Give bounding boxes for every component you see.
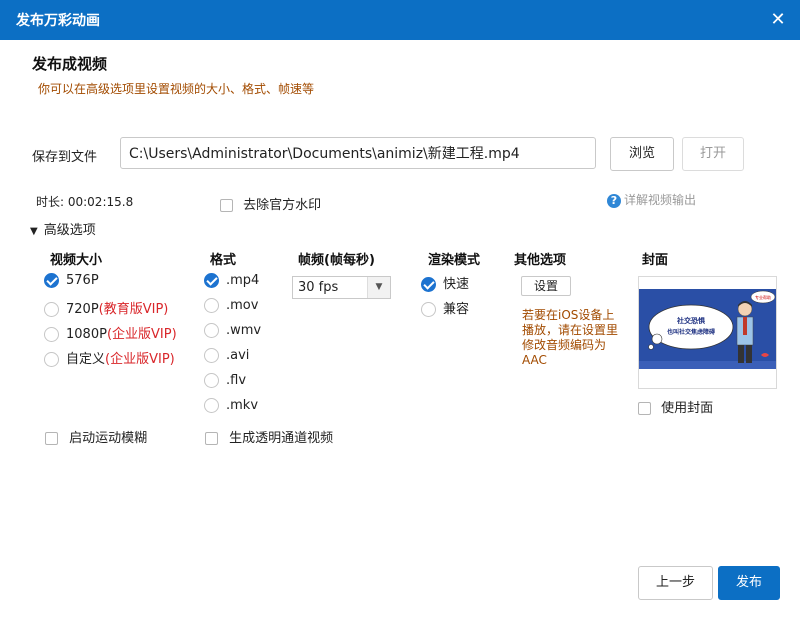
cover-header: 封面 xyxy=(642,253,669,268)
format-option-mov[interactable]: .mov xyxy=(204,298,258,313)
close-icon[interactable]: ✕ xyxy=(766,8,790,32)
render-option-label: 快速 xyxy=(443,277,470,292)
use-cover-label: 使用封面 xyxy=(661,401,714,416)
radio-unchecked xyxy=(204,298,219,313)
remove-watermark-label: 去除官方水印 xyxy=(243,198,322,213)
radio-unchecked xyxy=(204,398,219,413)
save-path-input[interactable] xyxy=(120,137,596,169)
radio-unchecked xyxy=(44,352,59,367)
publish-button[interactable]: 发布 xyxy=(718,566,780,600)
page-title: 发布成视频 xyxy=(32,55,108,73)
window-title: 发布万彩动画 xyxy=(16,13,100,29)
save-to-file-label: 保存到文件 xyxy=(32,150,98,165)
format-option-label: .mov xyxy=(226,298,259,313)
use-cover-checkbox[interactable]: 使用封面 xyxy=(638,397,713,416)
size-option-label: 576P xyxy=(66,273,99,288)
vip-badge: (企业版VIP) xyxy=(105,352,175,367)
render-option-fast[interactable]: 快速 xyxy=(421,273,469,292)
format-option-mp4[interactable]: .mp4 xyxy=(204,273,259,288)
motion-blur-label: 启动运动模糊 xyxy=(69,431,148,446)
radio-unchecked xyxy=(44,327,59,342)
radio-unchecked xyxy=(44,302,59,317)
motion-blur-checkbox[interactable]: 启动运动模糊 xyxy=(45,427,147,446)
size-option-label: 720P xyxy=(66,302,99,317)
size-option-720p[interactable]: 720P(教育版VIP) xyxy=(44,298,168,317)
vip-badge: (企业版VIP) xyxy=(106,327,177,342)
help-icon: ? xyxy=(607,193,621,208)
vip-badge: (教育版VIP) xyxy=(98,302,169,317)
cover-bubble-text: 也叫社交焦虑障碍 xyxy=(667,328,715,336)
radio-unchecked xyxy=(204,323,219,338)
checkbox-box xyxy=(220,199,233,212)
cover-thumbnail[interactable]: 社交恐惧 也叫社交焦虑障碍 专业帮助 xyxy=(638,276,777,389)
remove-watermark-checkbox[interactable]: 去除官方水印 xyxy=(220,194,321,213)
help-video-output-link[interactable]: ? 详解视频输出 xyxy=(607,191,696,208)
size-option-label: 1080P xyxy=(66,327,107,342)
title-bar: 发布万彩动画 ✕ xyxy=(0,0,800,40)
duration-text: 时长: 00:02:15.8 xyxy=(36,195,134,209)
page-subtitle: 你可以在高级选项里设置视频的大小、格式、帧速等 xyxy=(38,82,315,96)
format-option-label: .mp4 xyxy=(226,273,260,288)
format-option-avi[interactable]: .avi xyxy=(204,348,249,363)
cover-tag-text: 专业帮助 xyxy=(755,294,771,300)
format-option-mkv[interactable]: .mkv xyxy=(204,398,258,413)
radio-checked xyxy=(421,277,436,292)
other-options-header: 其他选项 xyxy=(514,253,567,268)
radio-unchecked xyxy=(204,373,219,388)
alpha-channel-checkbox[interactable]: 生成透明通道视频 xyxy=(205,427,333,446)
format-option-label: .avi xyxy=(226,348,250,363)
browse-button[interactable]: 浏览 xyxy=(610,137,674,171)
framerate-select[interactable]: 30 fps ▼ xyxy=(292,276,391,299)
format-option-label: .flv xyxy=(226,373,247,388)
framerate-header: 帧频(帧每秒) xyxy=(298,253,375,268)
video-size-header: 视频大小 xyxy=(50,253,103,268)
size-option-576p[interactable]: 576P xyxy=(44,273,99,288)
chevron-down-icon: ▼ xyxy=(367,277,390,298)
radio-checked xyxy=(204,273,219,288)
format-option-label: .wmv xyxy=(226,323,262,338)
caret-down-icon: ▼ xyxy=(30,226,38,237)
previous-step-button[interactable]: 上一步 xyxy=(638,566,713,600)
format-option-flv[interactable]: .flv xyxy=(204,373,246,388)
alpha-channel-label: 生成透明通道视频 xyxy=(229,431,334,446)
framerate-value: 30 fps xyxy=(298,280,339,295)
radio-checked xyxy=(44,273,59,288)
checkbox-box xyxy=(205,432,218,445)
checkbox-box xyxy=(45,432,58,445)
size-option-custom[interactable]: 自定义(企业版VIP) xyxy=(44,348,175,367)
render-mode-header: 渲染模式 xyxy=(428,253,481,268)
advanced-options-label: 高级选项 xyxy=(43,223,96,238)
open-button[interactable]: 打开 xyxy=(682,137,744,171)
format-option-wmv[interactable]: .wmv xyxy=(204,323,261,338)
cover-image: 社交恐惧 也叫社交焦虑障碍 专业帮助 xyxy=(639,277,776,388)
radio-unchecked xyxy=(421,302,436,317)
advanced-options-toggle[interactable]: ▼ 高级选项 xyxy=(30,219,96,238)
cover-bubble-title: 社交恐惧 xyxy=(676,316,705,325)
render-option-compatible[interactable]: 兼容 xyxy=(421,298,469,317)
checkbox-box xyxy=(638,402,651,415)
format-option-label: .mkv xyxy=(226,398,259,413)
size-option-1080p[interactable]: 1080P(企业版VIP) xyxy=(44,323,177,342)
settings-button[interactable]: 设置 xyxy=(521,276,571,296)
help-link-label: 详解视频输出 xyxy=(624,193,697,207)
format-header: 格式 xyxy=(210,253,237,268)
radio-unchecked xyxy=(204,348,219,363)
render-option-label: 兼容 xyxy=(443,302,470,317)
ios-audio-note: 若要在iOS设备上播放，请在设置里修改音频编码为AAC xyxy=(522,308,619,367)
size-option-label: 自定义 xyxy=(66,352,106,367)
